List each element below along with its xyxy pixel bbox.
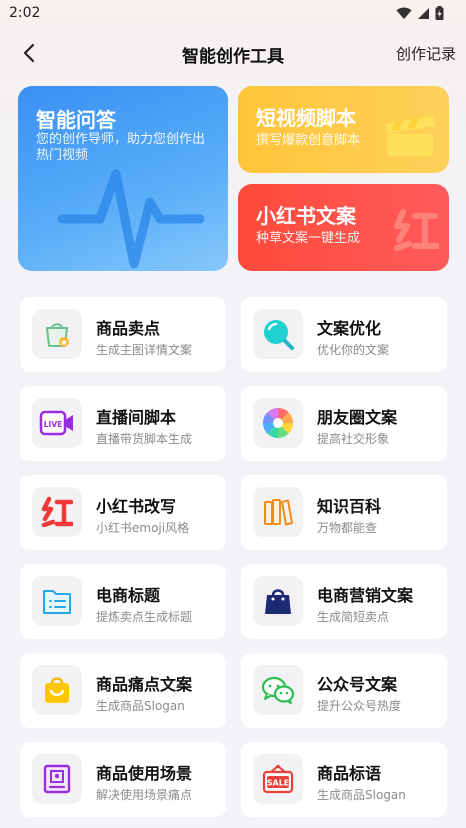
tool-subtitle: 优化你的文案 — [317, 343, 390, 357]
tool-knowledge-encyclopedia[interactable]: 知识百科 万物都能查 — [241, 475, 447, 550]
smart-qa-title: 智能问答 — [36, 108, 116, 132]
tool-product-pain-point-copy[interactable]: 商品痛点文案 生成商品Slogan — [20, 653, 226, 728]
tool-product-selling-points[interactable]: 商品卖点 生成主图详情文案 — [20, 297, 226, 372]
folder-list-icon — [32, 576, 82, 626]
tool-title: 商品痛点文案 — [96, 675, 193, 694]
creation-records-link[interactable]: 创作记录 — [396, 43, 456, 64]
svg-text:SALE: SALE — [267, 779, 290, 788]
wifi-icon — [396, 7, 412, 19]
tool-title: 电商标题 — [96, 586, 161, 605]
tool-product-usage-scenario[interactable]: 商品使用场景 解决使用场景痛点 — [20, 742, 226, 817]
tool-subtitle: 解决使用场景痛点 — [96, 788, 193, 802]
tool-title: 商品卖点 — [96, 319, 161, 338]
tool-subtitle: 直播带货脚本生成 — [96, 432, 193, 446]
tool-subtitle: 小红书emoji风格 — [96, 521, 190, 535]
tool-title: 直播间脚本 — [96, 408, 177, 427]
tool-title: 商品标语 — [317, 764, 382, 783]
status-time: 2:02 — [9, 5, 41, 21]
xiaohongshu-title: 小红书文案 — [256, 204, 356, 228]
magnifier-icon — [253, 309, 303, 359]
signal-icon — [418, 7, 429, 19]
tool-subtitle: 生成简短卖点 — [317, 610, 390, 624]
tool-title: 公众号文案 — [317, 675, 398, 694]
tool-ecommerce-title[interactable]: 电商标题 提炼卖点生成标题 — [20, 564, 226, 639]
wechat-icon — [253, 665, 303, 715]
shopping-bag-icon — [32, 309, 82, 359]
live-camera-icon: LIVE — [32, 398, 82, 448]
tool-official-account-copy[interactable]: 公众号文案 提升公众号热度 — [241, 653, 447, 728]
dark-bag-icon — [253, 576, 303, 626]
sale-tag-icon: SALE — [253, 754, 303, 804]
smart-qa-subtitle: 您的创作导师，助力您创作出热门视频 — [36, 132, 206, 163]
tool-product-slogan[interactable]: SALE 商品标语 生成商品Slogan — [241, 742, 447, 817]
tool-subtitle: 提高社交形象 — [317, 432, 390, 446]
tool-ecommerce-marketing-copy[interactable]: 电商营销文案 生成简短卖点 — [241, 564, 447, 639]
app-header: 智能创作工具 创作记录 — [0, 36, 466, 70]
tool-title: 朋友圈文案 — [317, 408, 398, 427]
tool-title: 小红书改写 — [96, 497, 177, 516]
tool-xiaohongshu-rewrite[interactable]: 小红书改写 小红书emoji风格 — [20, 475, 226, 550]
tool-live-script[interactable]: LIVE 直播间脚本 直播带货脚本生成 — [20, 386, 226, 461]
tool-subtitle: 生成商品Slogan — [96, 699, 185, 713]
short-video-subtitle: 撰写爆款创意脚本 — [256, 133, 361, 148]
hong-char-icon — [32, 487, 82, 537]
short-video-script-card[interactable]: 短视频脚本 撰写爆款创意脚本 — [238, 86, 449, 173]
pulse-wave-icon — [57, 169, 205, 269]
books-icon — [253, 487, 303, 537]
aperture-icon — [253, 398, 303, 448]
tool-subtitle: 万物都能查 — [317, 521, 378, 535]
tool-subtitle: 提升公众号热度 — [317, 699, 402, 713]
short-video-title: 短视频脚本 — [256, 106, 356, 130]
smart-qa-card[interactable]: 智能问答 您的创作导师，助力您创作出热门视频 — [18, 86, 228, 271]
tool-title: 电商营销文案 — [317, 586, 414, 605]
svg-text:LIVE: LIVE — [44, 420, 63, 429]
tool-subtitle: 生成主图详情文案 — [96, 343, 193, 357]
tool-title: 知识百科 — [317, 497, 382, 516]
battery-icon — [435, 6, 444, 20]
picture-frame-icon — [32, 754, 82, 804]
chevron-left-icon — [23, 43, 35, 63]
hong-char-icon — [394, 209, 439, 251]
xiaohongshu-copy-card[interactable]: 小红书文案 种草文案一键生成 — [238, 184, 449, 271]
tool-title: 商品使用场景 — [96, 764, 193, 783]
tool-subtitle: 提炼卖点生成标题 — [96, 610, 193, 624]
tool-subtitle: 生成商品Slogan — [317, 788, 406, 802]
clapperboard-icon — [385, 116, 435, 156]
tool-moments-copy[interactable]: 朋友圈文案 提高社交形象 — [241, 386, 447, 461]
smile-bag-icon — [32, 665, 82, 715]
tool-title: 文案优化 — [317, 319, 382, 338]
back-button[interactable] — [16, 40, 42, 66]
tool-copy-optimization[interactable]: 文案优化 优化你的文案 — [241, 297, 447, 372]
status-bar: 2:02 — [0, 0, 466, 26]
xiaohongshu-subtitle: 种草文案一键生成 — [256, 231, 361, 246]
